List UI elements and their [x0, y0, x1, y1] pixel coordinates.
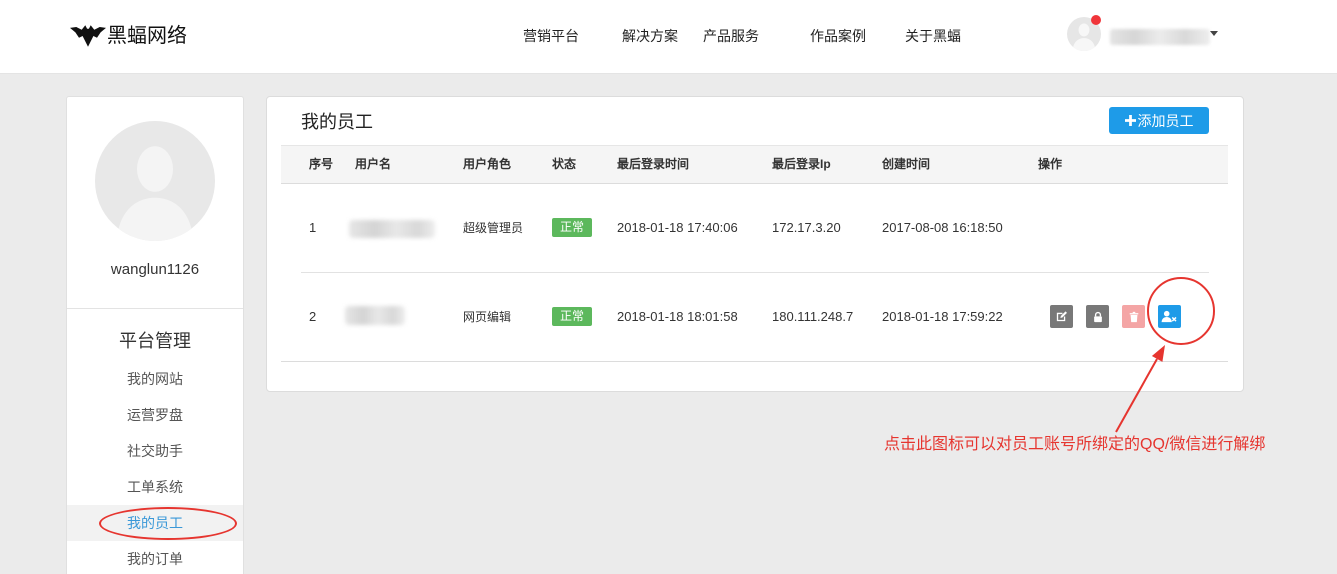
trash-icon [1129, 311, 1138, 322]
sidebar-item-social-assistant[interactable]: 社交助手 [67, 433, 243, 469]
column-header-index: 序号 [309, 157, 334, 171]
sidebar-item-operations-compass[interactable]: 运营罗盘 [67, 397, 243, 433]
row-index: 2 [309, 309, 317, 324]
column-header-created-at: 创建时间 [882, 157, 931, 171]
column-header-last-login-time: 最后登录时间 [617, 157, 690, 171]
nav-item-about[interactable]: 关于黑蝠 [905, 0, 961, 72]
column-header-username: 用户名 [355, 157, 392, 171]
username-blurred [349, 220, 435, 238]
nav-item-solutions[interactable]: 解决方案 [622, 0, 678, 72]
row-index: 1 [309, 220, 317, 235]
column-header-role: 用户角色 [463, 157, 512, 171]
sidebar-item-my-website[interactable]: 我的网站 [67, 361, 243, 397]
header-username-blurred[interactable] [1110, 29, 1210, 45]
delete-staff-button[interactable] [1122, 305, 1145, 328]
row-last-login-ip: 172.17.3.20 [772, 220, 841, 235]
user-unbind-icon [1161, 310, 1177, 323]
sidebar-section-title: 平台管理 [119, 331, 191, 351]
row-created-at: 2017-08-08 16:18:50 [882, 220, 1003, 235]
nav-item-marketing-platform[interactable]: 营销平台 [523, 0, 579, 72]
add-staff-button[interactable]: 添加员工 [1109, 107, 1209, 134]
lock-icon [1093, 311, 1102, 322]
nav-item-cases[interactable]: 作品案例 [810, 0, 866, 72]
table-row: 1 超级管理员 正常 2018-01-18 17:40:06 172.17.3.… [281, 184, 1228, 272]
plus-icon [1124, 115, 1136, 126]
edit-staff-button[interactable] [1050, 305, 1073, 328]
sidebar-item-my-staff[interactable]: 我的员工 [67, 505, 243, 541]
column-header-last-login-ip: 最后登录Ip [772, 157, 831, 171]
nav-item-products[interactable]: 产品服务 [703, 0, 759, 72]
table-header: 序号 用户名 用户角色 状态 最后登录时间 最后登录Ip 创建时间 操作 [281, 145, 1228, 184]
sidebar: wanglun1126 平台管理 我的网站 运营罗盘 社交助手 工单系统 我的员… [66, 96, 244, 574]
username-blurred [345, 306, 405, 325]
add-staff-label: 添加员工 [1137, 112, 1194, 129]
row-last-login-time: 2018-01-18 18:01:58 [617, 309, 738, 324]
sidebar-item-my-orders[interactable]: 我的订单 [67, 541, 243, 574]
status-badge: 正常 [552, 307, 592, 326]
caret-down-icon[interactable] [1210, 31, 1218, 36]
status-badge: 正常 [552, 218, 592, 237]
staff-table: 序号 用户名 用户角色 状态 最后登录时间 最后登录Ip 创建时间 操作 1 超… [281, 145, 1228, 363]
profile-avatar [95, 121, 215, 241]
staff-panel: 我的员工 添加员工 序号 用户名 用户角色 状态 最后登录时间 最后登录Ip 创… [266, 96, 1244, 392]
notification-dot [1091, 15, 1101, 25]
row-last-login-ip: 180.111.248.7 [772, 309, 854, 324]
sidebar-divider [67, 308, 243, 309]
unbind-account-button[interactable] [1158, 305, 1181, 328]
annotation-text: 点击此图标可以对员工账号所绑定的QQ/微信进行解绑 [884, 436, 1266, 453]
lock-staff-button[interactable] [1086, 305, 1109, 328]
edit-icon [1056, 311, 1067, 322]
table-row: 2 网页编辑 正常 2018-01-18 18:01:58 180.111.24… [281, 273, 1228, 361]
column-header-actions: 操作 [1038, 157, 1063, 171]
column-header-status: 状态 [552, 157, 577, 171]
profile-username: wanglun1126 [110, 261, 200, 278]
row-role: 超级管理员 [463, 221, 524, 235]
sidebar-item-ticket-system[interactable]: 工单系统 [67, 469, 243, 505]
sidebar-menu: 我的网站 运营罗盘 社交助手 工单系统 我的员工 我的订单 [67, 361, 243, 574]
top-header: 黑蝠网络 营销平台 解决方案 产品服务 作品案例 关于黑蝠 [0, 0, 1337, 74]
table-bottom-border [281, 361, 1228, 362]
page-title: 我的员工 [301, 112, 373, 132]
row-role: 网页编辑 [463, 310, 512, 324]
row-last-login-time: 2018-01-18 17:40:06 [617, 220, 738, 235]
row-created-at: 2018-01-18 17:59:22 [882, 309, 1003, 324]
